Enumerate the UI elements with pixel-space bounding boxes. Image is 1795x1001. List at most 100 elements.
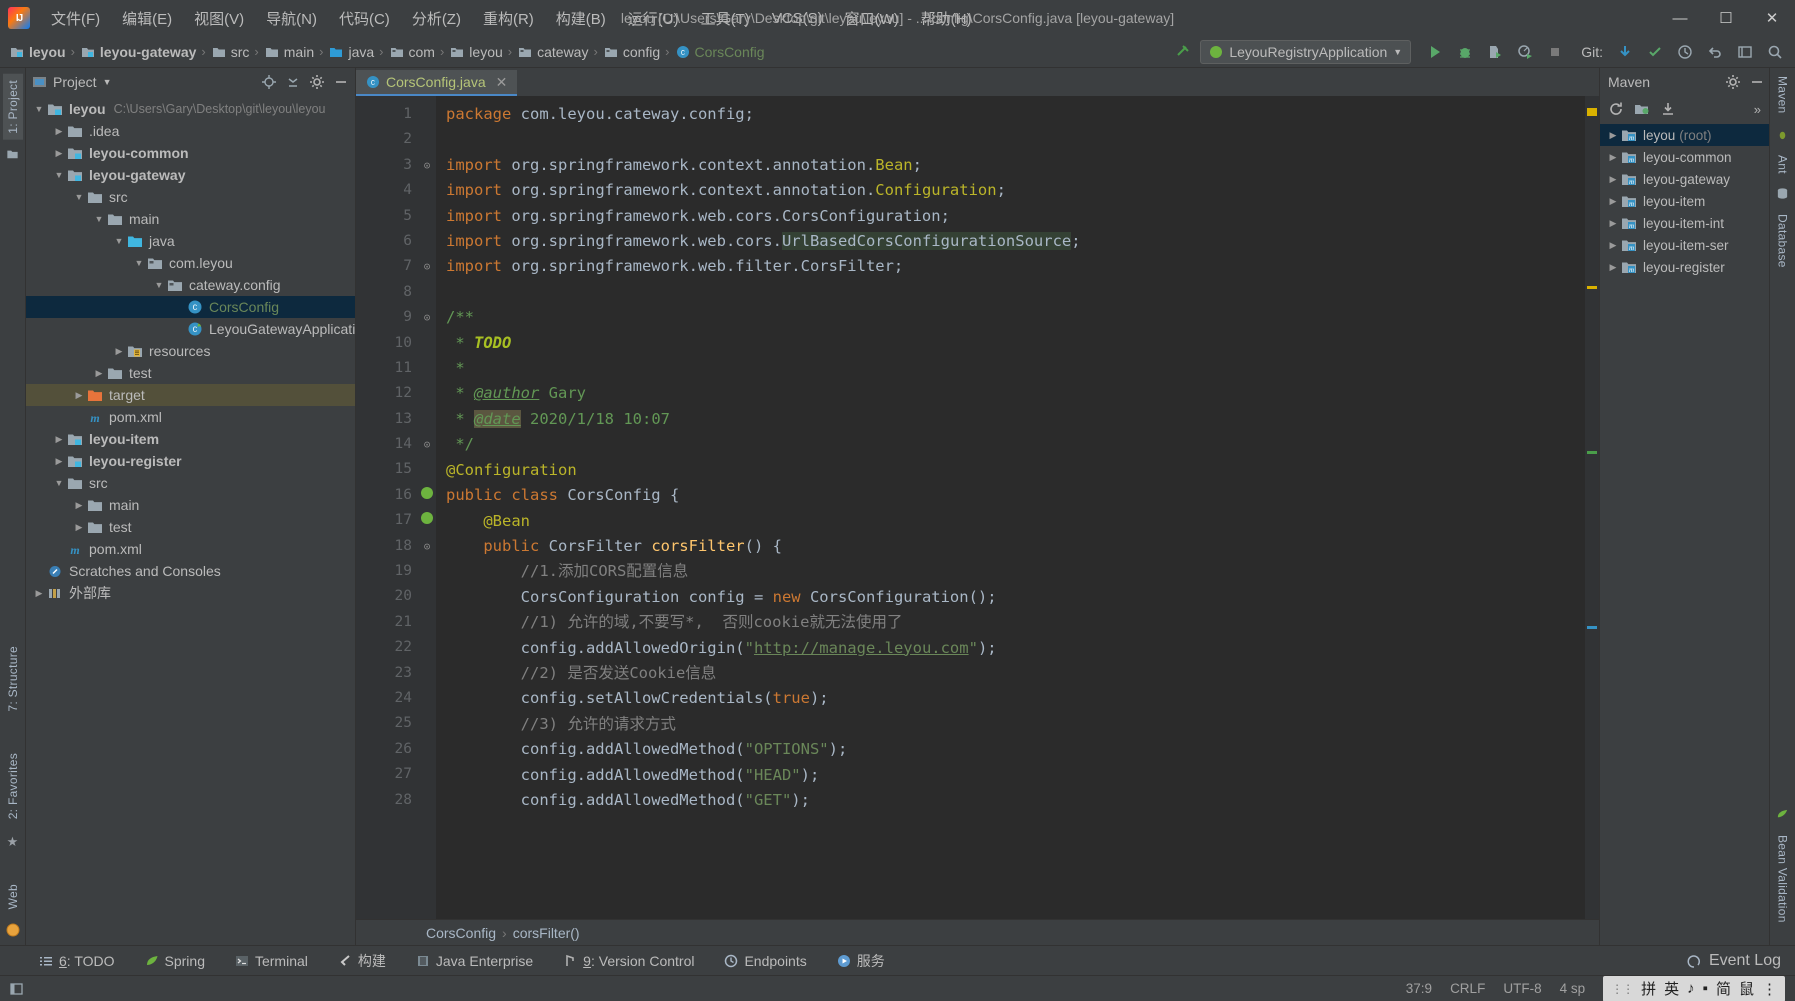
tool-window-version-control[interactable]: 9: Version Control xyxy=(558,951,699,971)
file-encoding[interactable]: UTF-8 xyxy=(1503,981,1541,996)
project-tree-item-scratches-and-consoles[interactable]: Scratches and Consoles xyxy=(26,560,355,582)
code-line[interactable]: package com.leyou.cateway.config; xyxy=(446,102,1585,127)
caret-position[interactable]: 37:9 xyxy=(1406,981,1432,996)
add-maven-project-icon[interactable] xyxy=(1634,101,1650,117)
locate-icon[interactable] xyxy=(261,74,277,90)
maven-tree-item-leyou[interactable]: ▶ m leyou (root) xyxy=(1600,124,1769,146)
line-number[interactable]: 4 xyxy=(356,178,418,203)
project-tree-item-leyou-common[interactable]: ▶ leyou-common xyxy=(26,142,355,164)
project-tree-item-leyou-register[interactable]: ▶ leyou-register xyxy=(26,450,355,472)
chevron-right-icon[interactable]: ▶ xyxy=(1606,174,1620,185)
code-folding-column[interactable]: ⊙ ⊙ ⊙ ⊙ ⊙ xyxy=(418,96,436,919)
nav-crumb-cateway[interactable]: cateway xyxy=(514,42,591,62)
maven-tree-item-leyou-register[interactable]: ▶ m leyou-register xyxy=(1600,256,1769,278)
tool-window-java-enterprise[interactable]: Java Enterprise xyxy=(411,951,538,971)
nav-crumb-leyou[interactable]: leyou xyxy=(6,42,69,62)
project-tree-item-pom-xml[interactable]: m pom.xml xyxy=(26,406,355,428)
chevron-down-icon[interactable]: ▼ xyxy=(92,214,106,224)
code-line[interactable]: @Bean xyxy=(446,509,1585,534)
code-line[interactable]: //1) 允许的域,不要写*, 否则cookie就无法使用了 xyxy=(446,610,1585,635)
line-number[interactable]: 2 xyxy=(356,127,418,152)
sidebar-item-bean-validation[interactable]: Bean Validation xyxy=(1773,829,1793,929)
line-number[interactable]: 5 xyxy=(356,204,418,229)
chevron-down-icon[interactable]: ▼ xyxy=(152,280,166,290)
tool-window-todo[interactable]: 6: TODO xyxy=(34,951,120,971)
line-number[interactable]: 16 xyxy=(356,483,433,508)
chevron-down-icon[interactable]: ▼ xyxy=(52,170,66,180)
code-line[interactable] xyxy=(446,127,1585,152)
vcs-added-marker[interactable] xyxy=(1587,451,1597,454)
fold-marker[interactable]: ⊙ xyxy=(418,305,436,330)
line-number[interactable]: 22 xyxy=(356,635,418,660)
line-number[interactable]: 13 xyxy=(356,407,418,432)
chevron-down-icon[interactable]: ▼ xyxy=(103,77,112,87)
line-number[interactable]: 25 xyxy=(356,711,418,736)
chevron-down-icon[interactable]: ▼ xyxy=(72,192,86,202)
sidebar-item-web[interactable]: Web xyxy=(3,878,23,915)
tool-window-terminal[interactable]: Terminal xyxy=(230,951,313,971)
menu-edit[interactable]: 编辑(E) xyxy=(111,3,183,34)
line-number[interactable]: 10 xyxy=(356,331,418,356)
project-tree-item--idea[interactable]: ▶ .idea xyxy=(26,120,355,142)
run-with-coverage-button[interactable] xyxy=(1481,39,1509,65)
gear-icon[interactable] xyxy=(309,74,325,90)
search-button[interactable] xyxy=(1761,39,1789,65)
menu-window[interactable]: 窗口(W) xyxy=(834,3,910,34)
close-button[interactable]: ✕ xyxy=(1749,0,1795,36)
menu-tools[interactable]: 工具(T) xyxy=(690,3,761,34)
sidebar-item-ant[interactable]: Ant xyxy=(1773,149,1793,180)
chevron-right-icon[interactable]: ▶ xyxy=(32,588,46,599)
line-separator[interactable]: CRLF xyxy=(1450,981,1485,996)
code-line[interactable]: config.addAllowedMethod("OPTIONS"); xyxy=(446,737,1585,762)
minimize-button[interactable]: — xyxy=(1657,0,1703,36)
line-number[interactable]: 1 xyxy=(356,102,418,127)
line-number[interactable]: 17 xyxy=(356,508,433,533)
menu-code[interactable]: 代码(C) xyxy=(328,3,401,34)
line-number[interactable]: 20 xyxy=(356,584,418,609)
maximize-button[interactable]: ☐ xyxy=(1703,0,1749,36)
menu-navigate[interactable]: 导航(N) xyxy=(255,3,328,34)
nav-crumb-com[interactable]: com xyxy=(386,42,438,62)
chevron-down-icon[interactable]: ▼ xyxy=(52,478,66,488)
tool-window-endpoints[interactable]: Endpoints xyxy=(719,951,811,971)
chevron-right-icon[interactable]: ▶ xyxy=(1606,240,1620,251)
reload-icon[interactable] xyxy=(1608,101,1624,117)
nav-crumb-java[interactable]: java xyxy=(325,42,377,62)
fold-marker[interactable]: ⊙ xyxy=(418,432,436,457)
code-line[interactable]: * @date 2020/1/18 10:07 xyxy=(446,407,1585,432)
project-tree-item-main[interactable]: ▶ main xyxy=(26,494,355,516)
maven-tree-item-leyou-item-int[interactable]: ▶ m leyou-item-int xyxy=(1600,212,1769,234)
fold-marker[interactable]: ⊙ xyxy=(418,254,436,279)
chevron-down-icon[interactable]: ▼ xyxy=(132,258,146,268)
code-line[interactable]: * @author Gary xyxy=(446,381,1585,406)
chevron-right-icon[interactable]: ▶ xyxy=(1606,152,1620,163)
menu-vcs[interactable]: VCS(S) xyxy=(761,5,834,32)
code-line[interactable]: */ xyxy=(446,432,1585,457)
git-commit-button[interactable] xyxy=(1641,39,1669,65)
chevron-right-icon[interactable]: ▶ xyxy=(112,346,126,357)
stop-button[interactable] xyxy=(1541,39,1569,65)
chevron-right-icon[interactable]: ▶ xyxy=(72,522,86,533)
fold-marker[interactable]: ⊙ xyxy=(418,153,436,178)
project-tree-item-com-leyou[interactable]: ▼ com.leyou xyxy=(26,252,355,274)
line-number[interactable]: 23 xyxy=(356,661,418,686)
line-number[interactable]: 26 xyxy=(356,737,418,762)
line-number[interactable]: 21 xyxy=(356,610,418,635)
menu-help[interactable]: 帮助(H) xyxy=(910,3,983,34)
chevron-right-icon[interactable]: ▶ xyxy=(1606,196,1620,207)
code-editor[interactable]: 1 2 3 4 5 6 7 8 9 10 11 12 13 14 15 16 17 18 19 20 21 22 23 24 2… xyxy=(356,96,1599,919)
project-tree-item-test[interactable]: ▶ test xyxy=(26,516,355,538)
code-line[interactable]: import org.springframework.web.filter.Co… xyxy=(446,254,1585,279)
chevron-right-icon[interactable]: ▶ xyxy=(72,500,86,511)
tool-window-spring[interactable]: Spring xyxy=(140,951,210,971)
code-line[interactable]: //3) 允许的请求方式 xyxy=(446,712,1585,737)
ime-simplified-icon[interactable]: 简 xyxy=(1716,978,1731,999)
breadcrumb-class[interactable]: CorsConfig xyxy=(426,925,496,941)
chevron-right-icon[interactable]: ▶ xyxy=(1606,130,1620,141)
nav-crumb-src[interactable]: src xyxy=(208,42,253,62)
ime-mode-pinyin[interactable]: 拼 xyxy=(1641,978,1656,999)
sidebar-item-maven[interactable]: Maven xyxy=(1773,74,1793,120)
maven-tree-item-leyou-gateway[interactable]: ▶ m leyou-gateway xyxy=(1600,168,1769,190)
code-line[interactable]: config.addAllowedMethod("HEAD"); xyxy=(446,763,1585,788)
menu-run[interactable]: 运行(U) xyxy=(617,3,690,34)
